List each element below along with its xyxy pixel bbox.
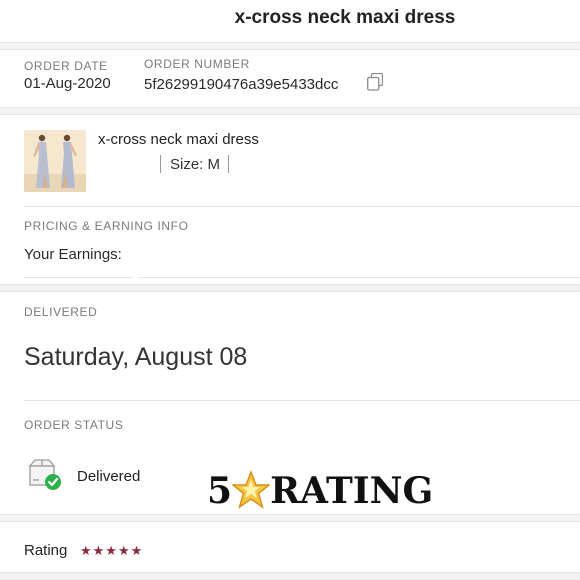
rating-overlay-text: 5 RATING (207, 469, 434, 512)
pricing-section-label: PRICING & EARNING INFO (24, 219, 189, 233)
divider (138, 277, 580, 278)
divider (228, 155, 229, 173)
section-divider (0, 107, 580, 115)
section-divider (0, 42, 580, 50)
dress-image (24, 130, 86, 192)
product-size: Size: M (170, 156, 221, 173)
section-divider (0, 284, 580, 292)
order-number-label: ORDER NUMBER (144, 57, 250, 71)
divider (24, 400, 580, 401)
order-status-value: Delivered (77, 468, 141, 485)
copy-icon[interactable] (367, 72, 384, 91)
delivered-box-icon (27, 459, 63, 491)
earnings-label: Your Earnings: (24, 246, 122, 263)
order-date-label: ORDER DATE (24, 59, 108, 73)
order-number-value: 5f26299190476a39e5433dcc (144, 76, 339, 93)
delivery-date: Saturday, August 08 (24, 343, 248, 371)
product-thumbnail[interactable] (24, 130, 86, 192)
order-date-value: 01-Aug-2020 (24, 75, 111, 92)
divider (24, 206, 580, 207)
delivered-section-label: DELIVERED (24, 305, 98, 319)
header-bar: x-cross neck maxi dress (0, 0, 580, 42)
overlay-prefix: 5 (207, 470, 233, 512)
rating-stars: ★★★★★ (80, 543, 144, 558)
order-status-label: ORDER STATUS (24, 418, 124, 432)
divider (24, 277, 132, 278)
divider (160, 155, 161, 173)
rating-label: Rating (24, 542, 68, 559)
section-divider (0, 572, 580, 580)
star-icon (230, 469, 272, 519)
overlay-suffix: RATING (270, 470, 434, 512)
product-title[interactable]: x-cross neck maxi dress (98, 131, 259, 148)
section-divider (0, 514, 580, 522)
page-title: x-cross neck maxi dress (234, 7, 456, 28)
